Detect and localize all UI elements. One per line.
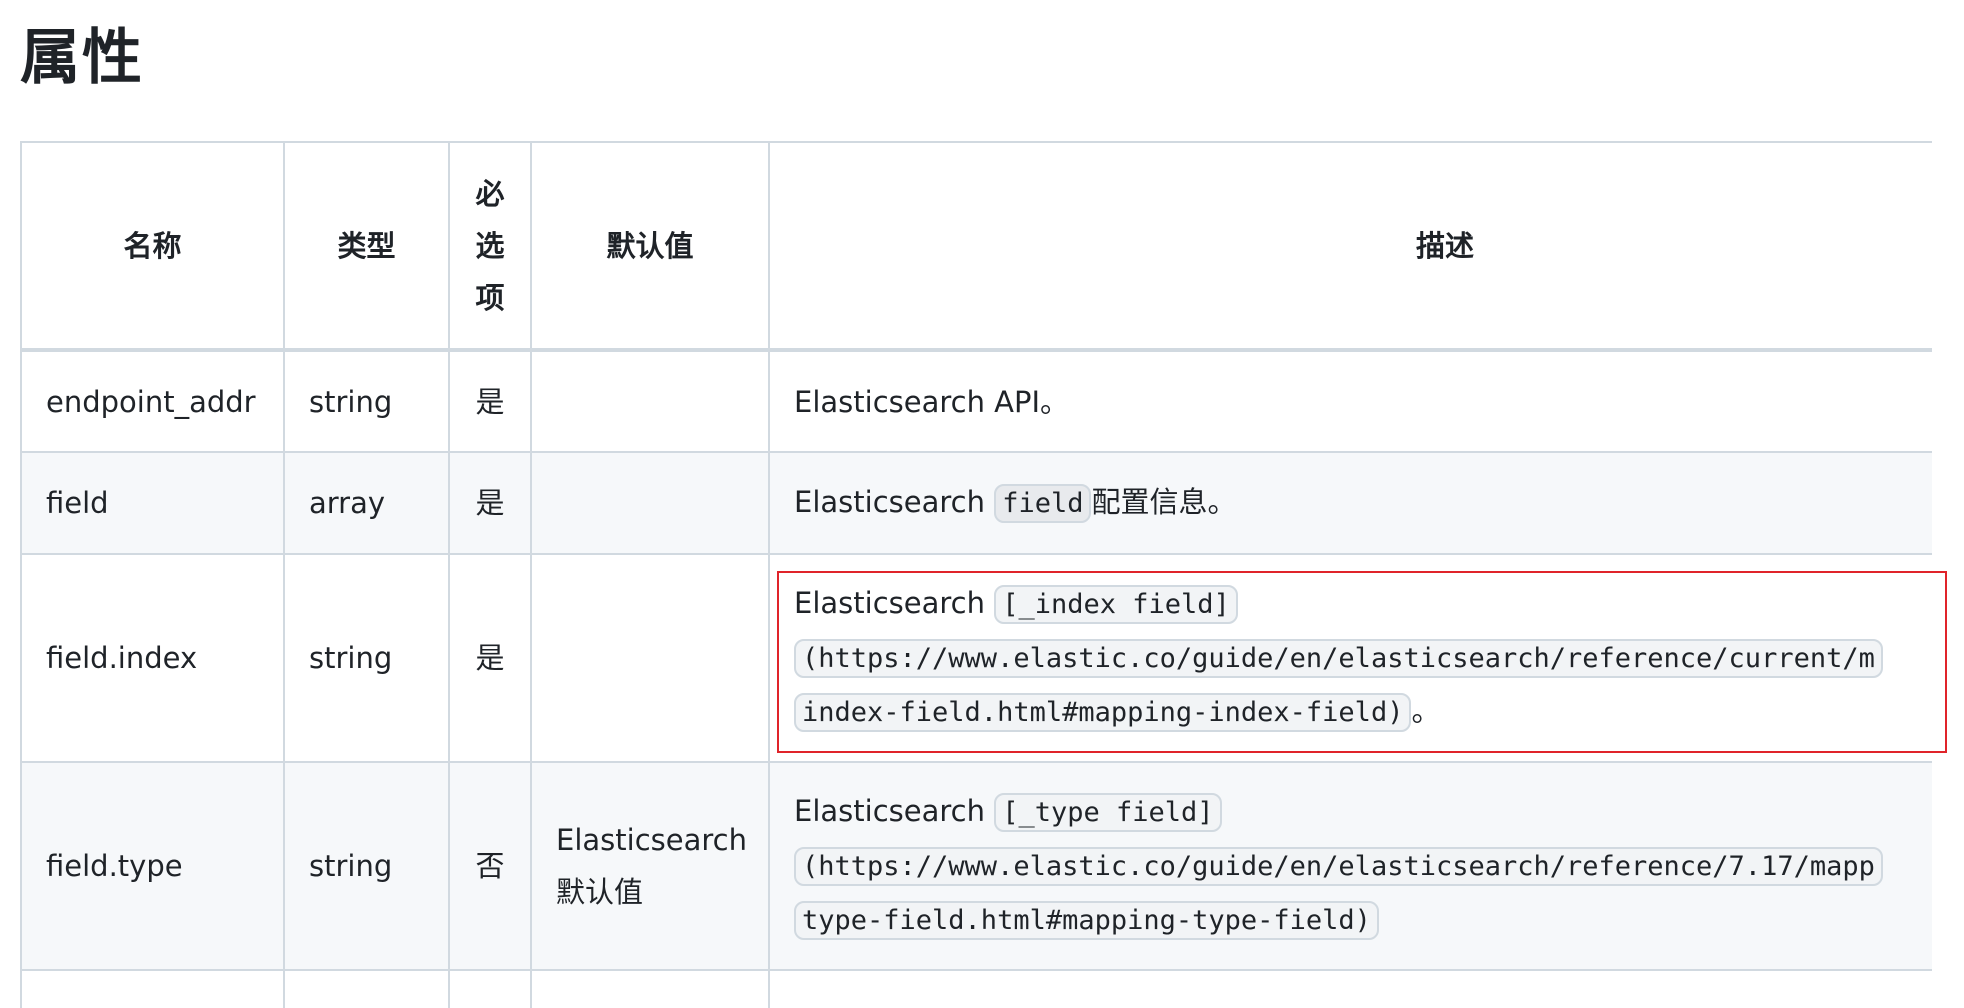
- description-suffix: 配置信息。: [1091, 485, 1237, 519]
- default-line-1: Elasticsearch: [556, 823, 747, 857]
- header-name: 名称: [20, 141, 285, 352]
- description-text: Elasticsearch: [794, 485, 995, 519]
- header-required: 必 选 项: [448, 141, 532, 352]
- cell-default: [530, 451, 770, 555]
- cell-required: 是: [448, 451, 532, 555]
- code-link-url-cont[interactable]: type-field.html#mapping-type-field): [794, 901, 1379, 940]
- description-text: Elasticsearch: [794, 586, 995, 620]
- table-row: field.index string 是 Elasticsearch [_ind…: [20, 553, 1932, 763]
- header-required-char-1: 必: [475, 176, 505, 211]
- cell-default: [530, 969, 770, 1008]
- table-row: field.type string 否 Elasticsearch 默认值 El…: [20, 761, 1932, 971]
- cell-default: [530, 349, 770, 453]
- cell-default: [530, 553, 770, 763]
- cell-name: field.index: [20, 553, 285, 763]
- cell-default: Elasticsearch 默认值: [530, 761, 770, 971]
- cell-type: [283, 969, 450, 1008]
- code-link-label[interactable]: [_type field]: [994, 793, 1222, 832]
- cell-name: [20, 969, 285, 1008]
- cell-required: 是: [448, 349, 532, 453]
- code-link-url[interactable]: (https://www.elastic.co/guide/en/elastic…: [794, 639, 1883, 678]
- attributes-table: 名称 类型 必 选 项 默认值 描述 endpoint_addr string …: [20, 141, 1932, 1008]
- table-row: field array 是 Elasticsearch field 配置信息。: [20, 451, 1932, 555]
- header-required-char-2: 选: [475, 228, 505, 263]
- code-link-url[interactable]: (https://www.elastic.co/guide/en/elastic…: [794, 847, 1883, 886]
- cell-required: 否: [448, 761, 532, 971]
- header-default: 默认值: [530, 141, 770, 352]
- inline-code: field: [994, 484, 1092, 523]
- cell-type: string: [283, 761, 450, 971]
- attributes-table-container: 名称 类型 必 选 项 默认值 描述 endpoint_addr string …: [20, 141, 1932, 1008]
- description-suffix: 。: [1411, 694, 1441, 728]
- description-text: Elasticsearch API。: [794, 384, 1070, 419]
- cell-name: field.type: [20, 761, 285, 971]
- cell-description: Elasticsearch [_type field] (https://www…: [768, 761, 1932, 971]
- table-header-row: 名称 类型 必 选 项 默认值 描述: [20, 141, 1932, 352]
- header-required-char-3: 项: [475, 280, 505, 315]
- description-text: Elasticsearch: [794, 794, 995, 828]
- cell-description: [768, 969, 1932, 1008]
- code-link-label[interactable]: [_index field]: [994, 585, 1238, 624]
- page-title: 属性: [20, 23, 144, 93]
- cell-description: Elasticsearch field 配置信息。: [768, 451, 1932, 555]
- doc-page: 属性 名称 类型 必 选 项 默认值 描述 endpoint_addr stri…: [0, 0, 1964, 1008]
- table-row: [20, 969, 1932, 1008]
- default-line-2: 默认值: [556, 875, 644, 909]
- cell-required: 是: [448, 553, 532, 763]
- cell-description: Elasticsearch [_index field] (https://ww…: [768, 553, 1932, 763]
- cell-description: Elasticsearch API。: [768, 349, 1932, 453]
- cell-type: array: [283, 451, 450, 555]
- cell-type: string: [283, 349, 450, 453]
- cell-name: field: [20, 451, 285, 555]
- table-row: endpoint_addr string 是 Elasticsearch API…: [20, 349, 1932, 453]
- cell-type: string: [283, 553, 450, 763]
- header-description: 描述: [768, 141, 1932, 352]
- header-type: 类型: [283, 141, 450, 352]
- cell-name: endpoint_addr: [20, 349, 285, 453]
- cell-required: [448, 969, 532, 1008]
- code-link-url-cont[interactable]: index-field.html#mapping-index-field): [794, 693, 1412, 732]
